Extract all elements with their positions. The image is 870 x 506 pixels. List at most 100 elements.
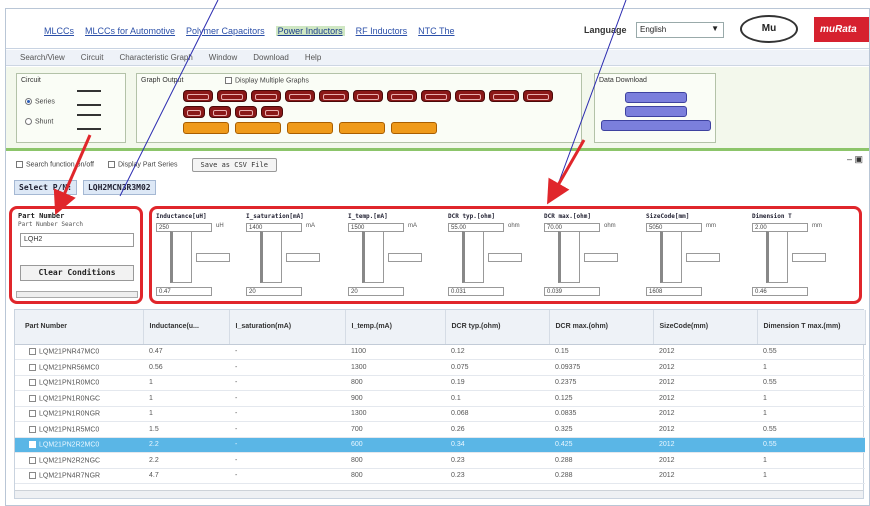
display-part-series-checkbox[interactable]: Display Part Series: [107, 161, 178, 169]
filter-min-input[interactable]: 20: [348, 287, 404, 296]
filter-mid-input[interactable]: [792, 253, 826, 262]
graph-button[interactable]: [339, 122, 385, 134]
multiple-graphs-checkbox[interactable]: Display Multiple Graphs: [225, 77, 309, 84]
filter-mid-input[interactable]: [196, 253, 230, 262]
col-header-inductance[interactable]: Inductance(u...: [143, 310, 230, 345]
graph-button[interactable]: [235, 106, 257, 118]
netlist-button[interactable]: [625, 106, 687, 117]
table-cell: -: [229, 390, 345, 407]
graph-button[interactable]: [353, 90, 383, 102]
col-header-dcr-max[interactable]: DCR max.(ohm): [549, 310, 654, 345]
range-slider[interactable]: [260, 231, 282, 283]
row-checkbox[interactable]: [29, 456, 36, 464]
graph-button[interactable]: [217, 90, 247, 102]
horizontal-scrollbar[interactable]: [16, 291, 138, 298]
graph-button[interactable]: [261, 106, 283, 118]
sparameter-button[interactable]: [601, 120, 711, 131]
filter-min-input[interactable]: 0.46: [752, 287, 808, 296]
row-checkbox[interactable]: [29, 425, 36, 433]
graph-button[interactable]: [183, 90, 213, 102]
menu-help[interactable]: Help: [305, 53, 321, 62]
table-row[interactable]: LQM21PN1R0MC0 1-800 0.19 0.2375 2012 0.55: [15, 375, 865, 391]
filter-mid-input[interactable]: [584, 253, 618, 262]
language-select[interactable]: English ▼: [636, 22, 724, 38]
row-checkbox[interactable]: [29, 472, 36, 480]
table-cell: 0.15: [549, 344, 653, 360]
graph-button[interactable]: [489, 90, 519, 102]
graph-button[interactable]: [455, 90, 485, 102]
graph-button[interactable]: [319, 90, 349, 102]
menu-search-view[interactable]: Search/View: [20, 53, 65, 62]
range-slider[interactable]: [362, 231, 384, 283]
col-header-part-number[interactable]: Part Number: [15, 310, 144, 345]
table-row[interactable]: LQM21PN2R2NGC 2.2-800 0.23 0.288 2012 1: [15, 452, 865, 469]
graph-button[interactable]: [285, 90, 315, 102]
range-slider[interactable]: [170, 231, 192, 283]
clear-conditions-button[interactable]: Clear Conditions: [20, 265, 134, 281]
menu-download[interactable]: Download: [253, 53, 289, 62]
graph-button[interactable]: [387, 90, 417, 102]
graph-button[interactable]: [391, 122, 437, 134]
graph-button[interactable]: [421, 90, 451, 102]
table-row[interactable]: LQM21PN1R0NGR 1-1300 0.068 0.0835 2012 1: [15, 406, 865, 422]
graph-button[interactable]: [235, 122, 281, 134]
filter-min-input[interactable]: 1608: [646, 287, 702, 296]
table-cell: 1: [143, 406, 229, 422]
graph-button[interactable]: [287, 122, 333, 134]
row-checkbox[interactable]: [29, 394, 36, 402]
range-slider[interactable]: [558, 231, 580, 283]
shunt-radio[interactable]: Shunt: [25, 118, 53, 125]
row-checkbox[interactable]: [29, 348, 36, 356]
filter-min-input[interactable]: 0.47: [156, 287, 212, 296]
col-header-i-temp[interactable]: I_temp.(mA): [345, 310, 446, 345]
datasheet-button[interactable]: [625, 92, 687, 103]
table-cell: -: [229, 421, 345, 438]
filter-min-input[interactable]: 0.039: [544, 287, 600, 296]
range-slider[interactable]: [660, 231, 682, 283]
nav-link-power-inductors[interactable]: Power Inductors: [275, 26, 345, 36]
menu-circuit[interactable]: Circuit: [81, 53, 104, 62]
col-header-size-code[interactable]: SizeCode(mm): [653, 310, 758, 345]
nav-link-rf-inductors[interactable]: RF Inductors: [356, 26, 408, 36]
col-header-dcr-typ[interactable]: DCR typ.(ohm): [445, 310, 550, 345]
table-row[interactable]: LQM21PNR56MC0 0.56-1300 0.075 0.09375 2012 1: [15, 359, 865, 376]
toolbar: Circuit Series Shunt Graph Output Displa…: [6, 67, 869, 151]
minimize-icon[interactable]: – ▣: [847, 154, 863, 165]
table-row[interactable]: LQM21PN2R2MC0 2.2-600 0.34 0.425 2012 0.55: [15, 437, 865, 453]
table-cell: 2012: [653, 359, 757, 376]
filter-mid-input[interactable]: [286, 253, 320, 262]
table-row[interactable]: LQM21PNR47MC0 0.47-1100 0.12 0.15 2012 0.55: [15, 344, 865, 360]
filter-min-input[interactable]: 0.031: [448, 287, 504, 296]
nav-link-mlccs[interactable]: MLCCs: [44, 26, 74, 36]
nav-link-polymer-capacitors[interactable]: Polymer Capacitors: [186, 26, 265, 36]
range-slider[interactable]: [462, 231, 484, 283]
row-checkbox[interactable]: [29, 363, 36, 371]
filter-mid-input[interactable]: [488, 253, 522, 262]
search-function-checkbox[interactable]: Search function on/off: [16, 161, 94, 169]
graph-button[interactable]: [523, 90, 553, 102]
graph-button[interactable]: [209, 106, 231, 118]
row-checkbox[interactable]: [29, 379, 36, 387]
range-slider[interactable]: [766, 231, 788, 283]
part-number-search-input[interactable]: LQH2: [20, 233, 134, 247]
filter-mid-input[interactable]: [388, 253, 422, 262]
row-checkbox[interactable]: [29, 441, 36, 449]
filter-min-input[interactable]: 20: [246, 287, 302, 296]
table-row[interactable]: LQM21PN1R5MC0 1.5-700 0.26 0.325 2012 0.55: [15, 421, 865, 438]
menu-characteristic-graph[interactable]: Characteristic Graph: [119, 53, 192, 62]
graph-button[interactable]: [183, 106, 205, 118]
filter-mid-input[interactable]: [686, 253, 720, 262]
menu-window[interactable]: Window: [209, 53, 237, 62]
graph-button[interactable]: [183, 122, 229, 134]
col-header-i-saturation[interactable]: I_saturation(mA): [229, 310, 346, 345]
series-radio[interactable]: Series: [25, 98, 55, 105]
table-row[interactable]: LQM21PN4R7NGR 4.7-800 0.23 0.288 2012 1: [15, 468, 865, 484]
nav-link-mlccs-automotive[interactable]: MLCCs for Automotive: [85, 26, 175, 36]
col-header-dimension-t[interactable]: Dimension T max.(mm): [757, 310, 866, 345]
graph-button[interactable]: [251, 90, 281, 102]
row-checkbox[interactable]: [29, 410, 36, 418]
table-row[interactable]: LQM21PN1R0NGC 1-900 0.1 0.125 2012 1: [15, 390, 865, 407]
nav-link-ntc[interactable]: NTC The: [418, 26, 454, 36]
save-csv-button[interactable]: Save as CSV File: [191, 158, 277, 172]
horizontal-scrollbar[interactable]: [15, 490, 863, 498]
